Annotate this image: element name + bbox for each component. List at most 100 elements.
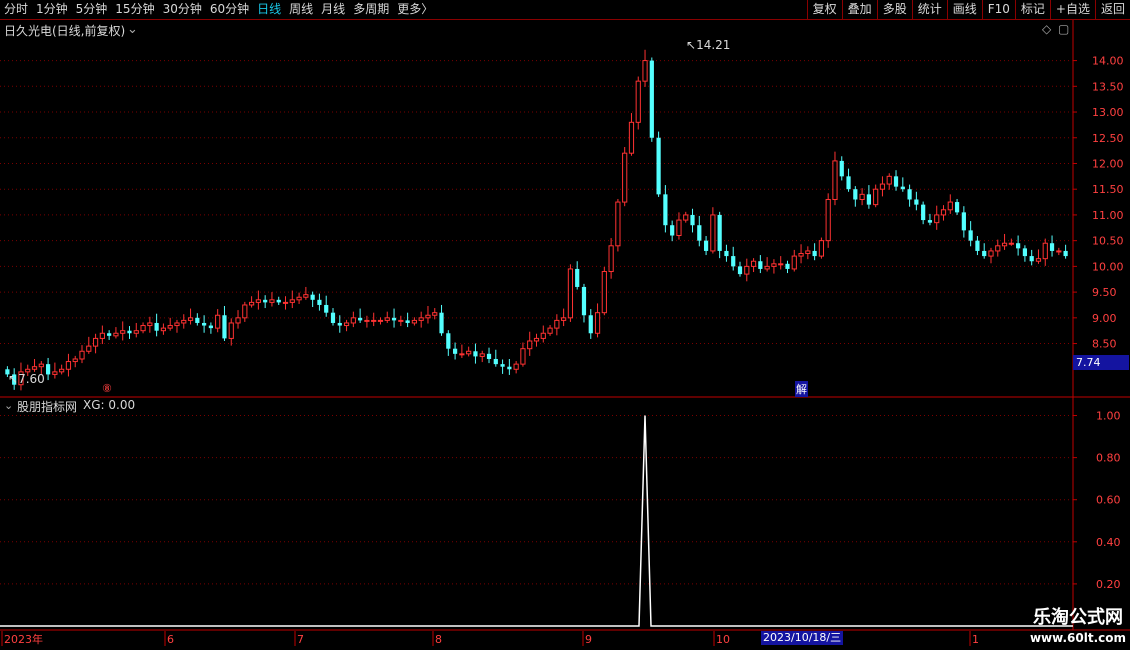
- unlock-marker[interactable]: 解: [795, 381, 808, 397]
- candle-body-down: [975, 240, 980, 251]
- indicator-title: 股朋指标网: [17, 400, 78, 414]
- candle-body-down: [446, 333, 451, 349]
- candle-body-up: [459, 353, 465, 356]
- candle-body-down: [914, 199, 919, 205]
- candle-body-up: [167, 325, 173, 329]
- candle-body-down: [907, 189, 912, 200]
- candle-body-up: [683, 214, 689, 221]
- candle-body-up: [628, 121, 635, 154]
- candle-body-up: [995, 245, 1001, 252]
- candle-body-down: [839, 160, 844, 177]
- current-price-tag: 7.74: [1073, 355, 1129, 370]
- candle-body-up: [38, 363, 44, 368]
- candle-body-down: [330, 312, 336, 323]
- candle-body-up: [59, 368, 65, 373]
- candle-body-up: [1056, 250, 1062, 253]
- low-price-value: 7.60: [18, 372, 45, 386]
- candle-body-up: [282, 301, 289, 304]
- settings-square-icon[interactable]: ▢: [1058, 22, 1069, 36]
- candle-body-up: [764, 265, 770, 270]
- price-tick-label: 13.00: [1092, 106, 1124, 119]
- price-tick-label: 14.00: [1092, 55, 1124, 68]
- candle-body-up: [608, 245, 614, 273]
- candle-body-up: [805, 250, 811, 255]
- candle-body-down: [961, 212, 966, 231]
- candle-body-down: [127, 330, 132, 334]
- dropdown-icon[interactable]: ⌄: [127, 22, 138, 37]
- high-price-value: 14.21: [696, 38, 731, 52]
- candle-body-down: [358, 317, 363, 321]
- candle-body-up: [120, 330, 126, 334]
- candle-body-up: [187, 317, 194, 321]
- indicator-tick-label: 0.20: [1096, 578, 1121, 591]
- candle-body-up: [296, 296, 302, 301]
- candle-body-down: [737, 266, 743, 275]
- candle-body-up: [52, 371, 58, 375]
- candle-body-up: [1042, 242, 1048, 260]
- candle-body-down: [853, 189, 858, 200]
- candle-body-up: [242, 304, 248, 319]
- candle-body-up: [594, 312, 601, 334]
- candle-body-up: [86, 345, 92, 352]
- time-axis-label: 6: [167, 633, 174, 646]
- candle-body-up: [533, 337, 540, 342]
- candle-body-up: [750, 260, 757, 267]
- indicator-tick-label: 0.80: [1096, 452, 1121, 465]
- candle-body-down: [893, 176, 899, 187]
- candle-body-up: [364, 319, 370, 322]
- candle-body-down: [866, 194, 871, 205]
- candle-body-up: [988, 250, 994, 257]
- candle-body-down: [575, 268, 580, 287]
- candle-body-down: [500, 364, 505, 367]
- price-tick-label: 10.00: [1092, 260, 1124, 273]
- candle-body-up: [947, 201, 953, 211]
- candle-body-down: [588, 315, 593, 334]
- indicator-value: XG: 0.00: [83, 398, 136, 412]
- candle-body-up: [859, 193, 865, 200]
- time-axis-label: 2023年: [4, 632, 43, 646]
- collapse-icon[interactable]: ⌄: [4, 399, 13, 412]
- candle-body-up: [228, 322, 234, 339]
- candle-body-down: [263, 299, 268, 303]
- event-marker-8[interactable]: ⑧: [102, 382, 112, 395]
- candle-body-up: [818, 240, 825, 257]
- low-price-label: ↖7.60: [8, 372, 45, 386]
- candle-body-up: [547, 327, 553, 334]
- candle-body-up: [635, 80, 641, 123]
- candle-body-up: [1008, 242, 1014, 245]
- candle-body-down: [649, 60, 654, 138]
- price-tick-label: 11.50: [1092, 183, 1124, 196]
- candle-body-up: [113, 332, 119, 337]
- candle-body-up: [771, 263, 777, 267]
- candle-body-up: [398, 319, 404, 322]
- candle-body-up: [92, 337, 99, 347]
- candle-body-up: [940, 209, 947, 216]
- time-axis-label: 10: [716, 633, 730, 646]
- candle-body-up: [479, 353, 485, 357]
- price-tick-label: 13.50: [1092, 80, 1124, 93]
- candle-body-up: [181, 319, 187, 324]
- candle-body-up: [520, 348, 526, 365]
- candle-body-up: [371, 319, 377, 322]
- high-price-label: ↖14.21: [686, 38, 731, 52]
- price-tick-label: 12.50: [1092, 132, 1124, 145]
- price-tick-label: 8.50: [1092, 338, 1117, 351]
- candle-body-up: [676, 219, 682, 237]
- candle-body-up: [873, 188, 879, 206]
- kline-chart[interactable]: 14.0013.5013.0012.5012.0011.5011.0010.50…: [0, 0, 1130, 650]
- candle-body-up: [601, 271, 607, 314]
- diamond-icon[interactable]: ◇: [1042, 22, 1051, 36]
- candle-body-up: [791, 255, 797, 270]
- candle-body-up: [642, 60, 648, 82]
- candle-body-up: [235, 317, 241, 324]
- candle-body-up: [832, 160, 838, 200]
- candle-body-down: [724, 250, 729, 257]
- price-tick-label: 9.00: [1092, 312, 1117, 325]
- candle-body-up: [31, 366, 38, 370]
- candle-body-up: [377, 319, 384, 322]
- candle-body-up: [513, 363, 519, 370]
- candle-body-down: [405, 320, 410, 323]
- candle-body-down: [208, 325, 213, 329]
- watermark-title: 乐淘公式网: [1032, 607, 1123, 628]
- candle-body-up: [72, 358, 78, 363]
